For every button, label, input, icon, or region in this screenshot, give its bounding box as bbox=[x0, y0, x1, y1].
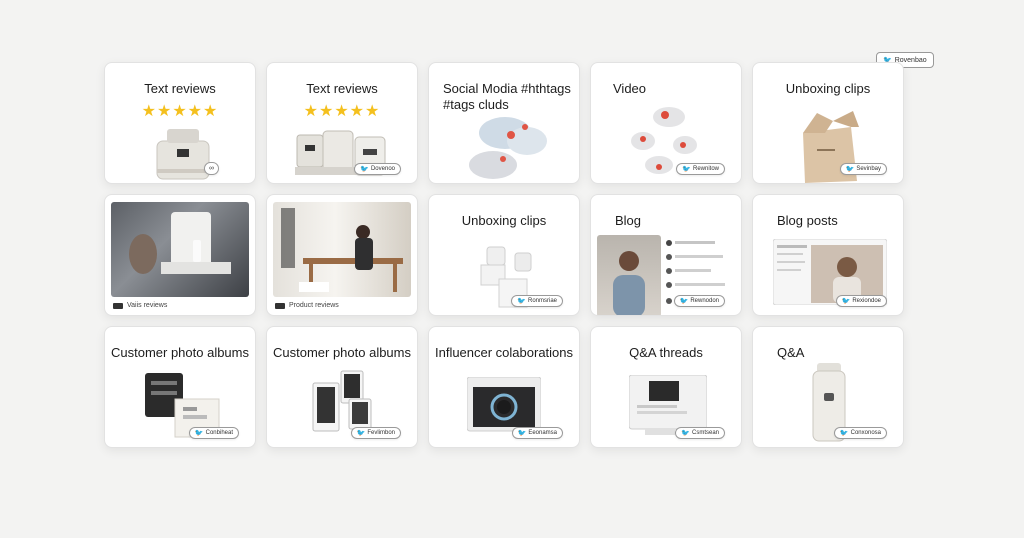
card-video-reviews-photo[interactable]: Vaiis reviews bbox=[104, 194, 256, 316]
source-badge[interactable]: 🐦 Dovenoo bbox=[354, 163, 401, 175]
card-text-reviews-2[interactable]: Text reviews ★★★★★ 🐦 Dovenoo bbox=[266, 62, 418, 184]
card-title: Customer photo albums bbox=[272, 345, 411, 360]
card-blog-posts[interactable]: Blog posts 🐦 Rexiondoe bbox=[752, 194, 904, 316]
product-photo bbox=[111, 202, 249, 297]
card-customer-photo-albums-2[interactable]: Customer photo albums 🐦 Fevlimbon bbox=[266, 326, 418, 448]
badge-label: Fevlimbon bbox=[367, 430, 395, 436]
card-video[interactable]: Video 🐦 Rewnitow bbox=[590, 62, 742, 184]
card-social-media[interactable]: Social Modia #hthtags #tags cluds bbox=[428, 62, 580, 184]
card-title: Influencer colaborations bbox=[434, 345, 574, 360]
source-badge[interactable]: 🐦 Eeonamsa bbox=[511, 427, 563, 439]
bird-icon: 🐦 bbox=[679, 298, 689, 305]
badge-label: Sevinbay bbox=[856, 166, 881, 172]
source-badge[interactable]: 🐦 Rexiondoe bbox=[835, 295, 887, 307]
source-badge[interactable]: 🐦 Conbiheat bbox=[188, 427, 239, 439]
blogger-photo bbox=[597, 235, 661, 315]
bird-icon: 🐦 bbox=[682, 166, 691, 173]
source-badge[interactable]: ∞ bbox=[204, 162, 219, 175]
card-customer-photo-albums-1[interactable]: Customer photo albums 🐦 Conbiheat bbox=[104, 326, 256, 448]
bird-icon: 🐦 bbox=[360, 166, 369, 173]
video-play-icon bbox=[275, 302, 285, 309]
card-title: Customer photo albums bbox=[110, 345, 249, 360]
device-screen-icon bbox=[467, 377, 541, 432]
source-badge[interactable]: 🐦 Sevinbay bbox=[839, 163, 887, 175]
card-influencer-collaborations[interactable]: Influencer colaborations 🐦 Eeonamsa bbox=[428, 326, 580, 448]
card-qa-threads[interactable]: Q&A threads 🐦 Csmtsean bbox=[590, 326, 742, 448]
card-product-reviews-photo[interactable]: Product reviews bbox=[266, 194, 418, 316]
source-badge[interactable]: 🐦 Fevlimbon bbox=[350, 427, 401, 439]
caption-label: Product reviews bbox=[289, 302, 339, 309]
bird-icon: 🐦 bbox=[839, 430, 849, 437]
card-text-reviews-1[interactable]: Text reviews ★★★★★ ∞ bbox=[104, 62, 256, 184]
bird-icon: 🐦 bbox=[681, 430, 690, 437]
caption-label: Vaiis reviews bbox=[127, 302, 168, 309]
card-title: Unboxing clips bbox=[461, 213, 547, 228]
bird-icon: 🐦 bbox=[841, 298, 851, 305]
card-qa[interactable]: Q&A 🐦 Conxonosa bbox=[752, 326, 904, 448]
video-caption: Vaiis reviews bbox=[113, 302, 167, 309]
source-badge[interactable]: 🐦 Conxonosa bbox=[833, 427, 887, 439]
card-title: Social Modia #hthtags #tags cluds bbox=[443, 81, 571, 112]
card-unboxing-clips-2[interactable]: Unboxing clips 🐦 Ronmsriae bbox=[428, 194, 580, 316]
badge-label: Rewnodon bbox=[690, 298, 719, 304]
content-types-grid: Text reviews ★★★★★ ∞ Text reviews ★★★★★ … bbox=[104, 62, 904, 448]
bird-icon: 🐦 bbox=[517, 298, 526, 305]
card-title: Text reviews bbox=[306, 81, 378, 96]
card-title: Text reviews bbox=[144, 81, 216, 96]
badge-label: Rewnitow bbox=[692, 166, 719, 172]
cloud-tags-icon bbox=[469, 117, 547, 179]
card-blog[interactable]: Blog 🐦 Rewnodon bbox=[590, 194, 742, 316]
card-title: Q&A bbox=[777, 345, 805, 360]
interior-photo bbox=[273, 202, 411, 297]
star-rating-icon: ★★★★★ bbox=[303, 101, 381, 120]
card-title: Blog bbox=[615, 213, 642, 228]
badge-label: Dovenoo bbox=[370, 166, 395, 172]
card-title: Unboxing clips bbox=[785, 81, 871, 96]
star-rating-icon: ★★★★★ bbox=[141, 101, 219, 120]
card-title: Q&A threads bbox=[629, 345, 703, 360]
video-caption: Product reviews bbox=[275, 302, 339, 309]
video-play-icon bbox=[113, 302, 123, 309]
badge-label: Conxonosa bbox=[850, 430, 881, 436]
source-badge[interactable]: 🐦 Rewnitow bbox=[676, 163, 725, 175]
source-badge[interactable]: 🐦 Ronmsriae bbox=[511, 295, 563, 307]
badge-label: Conbiheat bbox=[205, 430, 233, 436]
bird-icon: 🐦 bbox=[845, 166, 855, 173]
card-title: Blog posts bbox=[777, 213, 838, 228]
source-badge[interactable]: 🐦 Rewnodon bbox=[673, 295, 725, 307]
badge-label: Ronmsriae bbox=[527, 298, 557, 304]
link-icon: ∞ bbox=[209, 165, 214, 172]
bird-icon: 🐦 bbox=[194, 430, 204, 437]
badge-label: Eeonamsa bbox=[528, 430, 557, 436]
bird-icon: 🐦 bbox=[356, 430, 366, 437]
bird-icon: 🐦 bbox=[517, 430, 527, 437]
badge-label: Rexiondoe bbox=[852, 298, 881, 304]
card-title: Video bbox=[613, 81, 647, 96]
card-unboxing-clips-1[interactable]: Unboxing clips 🐦 Sevinbay bbox=[752, 62, 904, 184]
source-badge[interactable]: 🐦 Csmtsean bbox=[675, 427, 725, 439]
badge-label: Csmtsean bbox=[691, 430, 719, 436]
